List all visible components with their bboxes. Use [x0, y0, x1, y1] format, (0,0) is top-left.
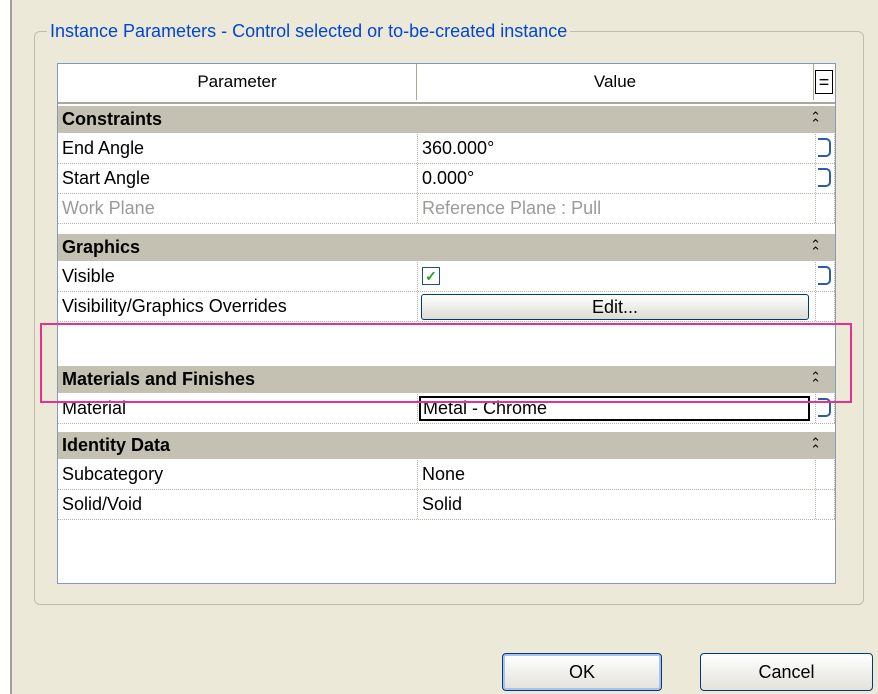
- associate-parameter-cell[interactable]: [815, 394, 835, 423]
- param-value[interactable]: ✓: [417, 262, 813, 291]
- double-chevron-up-icon[interactable]: ⌃ ⌃: [810, 432, 821, 459]
- param-name: Solid/Void: [62, 494, 143, 514]
- param-name: Material: [62, 398, 127, 418]
- section-identity-data[interactable]: Identity Data ⌃ ⌃: [58, 432, 835, 459]
- section-label: Identity Data: [62, 435, 171, 455]
- table-row[interactable]: Visible ✓: [58, 262, 835, 292]
- table-row[interactable]: Visibility/Graphics Overrides Edit...: [58, 292, 835, 322]
- param-value[interactable]: None: [417, 460, 813, 489]
- column-header-parameter[interactable]: Parameter: [58, 64, 417, 100]
- param-name: Visibility/Graphics Overrides: [62, 296, 287, 316]
- associate-parameter-icon[interactable]: [818, 138, 831, 157]
- table-row[interactable]: Start Angle 0.000°: [58, 164, 835, 194]
- instance-parameters-groupbox: Instance Parameters - Control selected o…: [34, 18, 864, 605]
- section-label: Graphics: [62, 237, 141, 257]
- edit-overrides-button[interactable]: Edit...: [421, 294, 809, 320]
- material-field[interactable]: Metal - Chrome: [419, 396, 810, 421]
- associate-parameter-cell: [815, 194, 835, 223]
- column-header-value[interactable]: Value: [417, 64, 814, 100]
- associate-parameter-cell[interactable]: [815, 134, 835, 163]
- param-name: Subcategory: [62, 464, 164, 484]
- associate-parameter-cell[interactable]: [815, 164, 835, 193]
- window-edge: [0, 0, 12, 694]
- grid-menu-button[interactable]: =: [815, 70, 833, 94]
- parameter-grid: Parameter Value = Constraints ⌃ ⌃ End Ang…: [57, 63, 836, 584]
- table-row[interactable]: Subcategory None: [58, 460, 835, 490]
- cancel-button[interactable]: Cancel: [700, 653, 873, 691]
- section-materials-and-finishes[interactable]: Materials and Finishes ⌃ ⌃: [58, 366, 835, 393]
- param-name: Start Angle: [62, 168, 151, 188]
- section-constraints[interactable]: Constraints ⌃ ⌃: [58, 106, 835, 133]
- param-name: Work Plane: [62, 198, 155, 218]
- table-row: Work Plane Reference Plane : Pull: [58, 194, 835, 224]
- table-row[interactable]: Material Metal - Chrome: [58, 394, 835, 424]
- double-chevron-up-icon[interactable]: ⌃ ⌃: [810, 366, 821, 393]
- param-value: Reference Plane : Pull: [417, 194, 813, 223]
- associate-parameter-cell: [815, 460, 835, 489]
- associate-parameter-icon[interactable]: [818, 168, 831, 187]
- visible-checkbox[interactable]: ✓: [422, 267, 440, 285]
- section-graphics[interactable]: Graphics ⌃ ⌃: [58, 234, 835, 261]
- param-name: Visible: [62, 266, 115, 286]
- double-chevron-up-icon[interactable]: ⌃ ⌃: [810, 106, 821, 133]
- associate-parameter-cell: [815, 292, 835, 321]
- ok-button[interactable]: OK: [502, 653, 662, 691]
- section-label: Materials and Finishes: [62, 369, 256, 389]
- table-row[interactable]: End Angle 360.000°: [58, 134, 835, 164]
- associate-parameter-cell[interactable]: [815, 262, 835, 291]
- param-value[interactable]: 0.000°: [417, 164, 813, 193]
- grid-header: Parameter Value =: [58, 64, 835, 104]
- groupbox-title: Instance Parameters - Control selected o…: [47, 18, 571, 44]
- param-value[interactable]: Solid: [417, 490, 813, 519]
- associate-parameter-icon[interactable]: [818, 266, 831, 285]
- section-label: Constraints: [62, 109, 163, 129]
- double-chevron-up-icon[interactable]: ⌃ ⌃: [810, 234, 821, 261]
- param-name: End Angle: [62, 138, 145, 158]
- param-value[interactable]: Metal - Chrome: [417, 394, 813, 423]
- associate-parameter-cell: [815, 490, 835, 519]
- dialog: Instance Parameters - Control selected o…: [12, 0, 878, 694]
- param-value[interactable]: 360.000°: [417, 134, 813, 163]
- table-row[interactable]: Solid/Void Solid: [58, 490, 835, 520]
- associate-parameter-icon[interactable]: [818, 398, 831, 417]
- param-value[interactable]: Edit...: [417, 292, 813, 321]
